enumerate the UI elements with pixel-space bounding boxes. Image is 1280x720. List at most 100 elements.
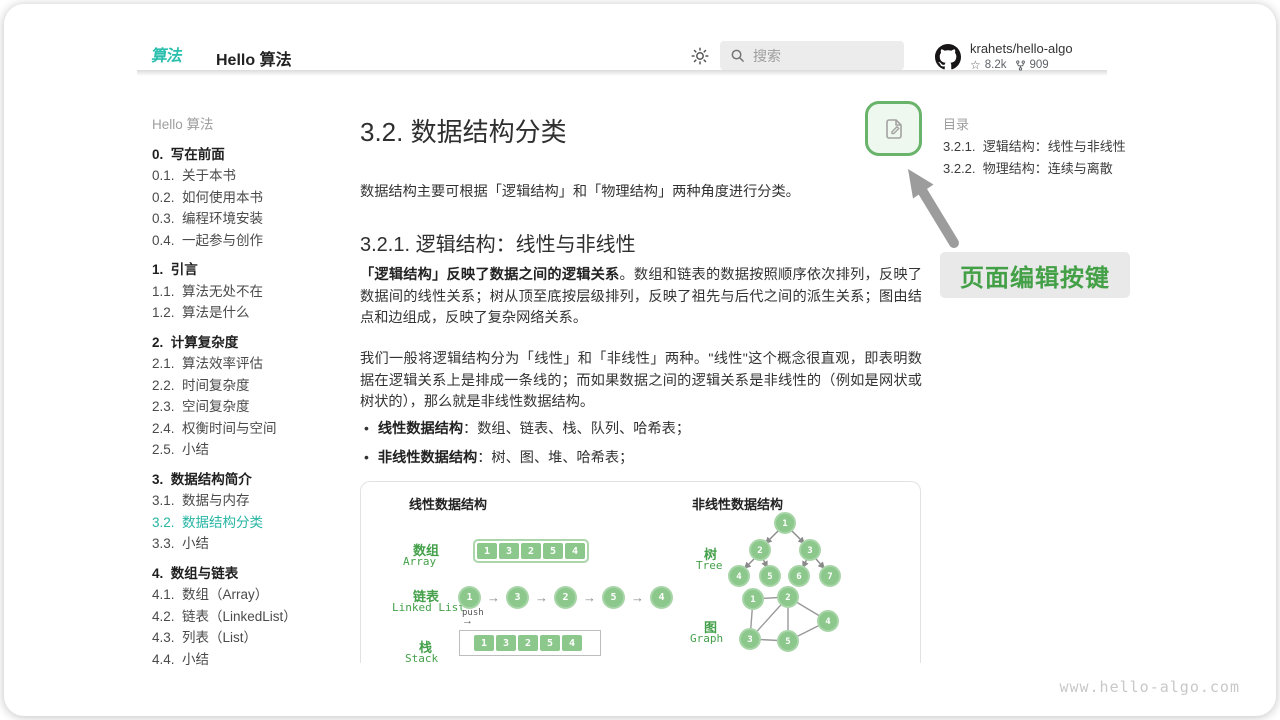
sidebar-item-intro[interactable]: 1. 引言	[152, 258, 352, 280]
sidebar-item-complexity-summary[interactable]: 2.5. 小结	[152, 438, 352, 460]
bullet-bold: 非线性数据结构	[378, 450, 477, 466]
array-cell: 4	[565, 543, 585, 559]
linear-nonlinear-paragraph: 我们一般将逻辑结构分为「线性」和「非线性」两种。"线性"这个概念很直观，即表明数…	[360, 349, 922, 414]
sidebar-item-list[interactable]: 4.3. 列表（List）	[152, 626, 352, 648]
sidebar-item-array-list[interactable]: 4. 数组与链表	[152, 561, 352, 583]
sidebar-item-contribute[interactable]: 0.4. 一起参与创作	[152, 228, 352, 250]
nav-group-1: 1. 引言 1.1. 算法无处不在 1.2. 算法是什么	[152, 258, 352, 323]
github-repo-link[interactable]: krahets/hello-algo ☆ 8.2k 909	[935, 41, 1073, 72]
arrow-icon: →	[487, 590, 500, 605]
graph-diagram: 1 2 3 4 5	[728, 585, 843, 659]
stack-cell: 3	[496, 635, 516, 651]
tree-node: 7	[827, 572, 832, 582]
linear-column-title: 线性数据结构	[409, 494, 487, 513]
nav-group-0: 0. 写在前面 0.1. 关于本书 0.2. 如何使用本书 0.3. 编程环境安…	[152, 142, 352, 250]
arrow-icon: →	[631, 590, 644, 605]
tree-label-en: Tree	[696, 559, 723, 572]
sidebar-item-how-to-use[interactable]: 0.2. 如何使用本书	[152, 185, 352, 207]
bullet-dot: •	[364, 418, 369, 438]
browser-page: 算法 Hello 算法 krahets/hello-algo ☆	[4, 4, 1276, 716]
stack-cell: 4	[562, 635, 582, 651]
sidebar-item-linkedlist[interactable]: 4.2. 链表（LinkedList）	[152, 604, 352, 626]
stack-label-en: Stack	[405, 652, 438, 663]
push-arrow-icon: →	[462, 615, 473, 627]
sidebar-item-array-summary[interactable]: 4.4. 小结	[152, 647, 352, 669]
sidebar-item-array[interactable]: 4.1. 数组（Array）	[152, 583, 352, 605]
sidebar-item-complexity[interactable]: 2. 计算复杂度	[152, 330, 352, 352]
edit-button-highlight	[865, 101, 922, 156]
stack-diagram: 1 3 2 5 4	[459, 630, 601, 656]
tree-node: 2	[757, 546, 762, 556]
search-input[interactable]	[753, 48, 883, 64]
theme-toggle-button[interactable]	[690, 46, 710, 66]
annotation-label: 页面编辑按键	[940, 252, 1130, 298]
list-item: • 线性数据结构：数组、链表、栈、队列、哈希表；	[364, 418, 920, 438]
toc-item-logic[interactable]: 3.2.1. 逻辑结构：线性与非线性	[943, 134, 1126, 156]
bullet-rest: ：树、图、堆、哈希表；	[477, 450, 633, 466]
stack-cell: 2	[518, 635, 538, 651]
nav-group-3: 3. 数据结构简介 3.1. 数据与内存 3.2. 数据结构分类 3.3. 小结	[152, 467, 352, 553]
tree-node: 1	[782, 519, 787, 529]
tree-node: 5	[767, 572, 772, 582]
sidebar-item-efficiency[interactable]: 2.1. 算法效率评估	[152, 352, 352, 374]
sidebar-item-space-complexity[interactable]: 2.3. 空间复杂度	[152, 395, 352, 417]
list-node: 5	[602, 586, 625, 609]
site-logo[interactable]: 算法	[150, 42, 183, 66]
array-cell: 1	[477, 543, 497, 559]
sidebar-item-ds-intro[interactable]: 3. 数据结构简介	[152, 467, 352, 489]
tree-node: 6	[796, 572, 801, 582]
nav-group-4: 4. 数组与链表 4.1. 数组（Array） 4.2. 链表（LinkedLi…	[152, 561, 352, 669]
arrow-icon: →	[583, 590, 596, 605]
sidebar-site-title: Hello 算法	[152, 112, 352, 134]
sidebar-item-data-memory[interactable]: 3.1. 数据与内存	[152, 489, 352, 511]
list-label-en: Linked List	[392, 601, 465, 614]
page-title: 3.2. 数据结构分类	[360, 112, 567, 149]
tree-node: 3	[807, 546, 812, 556]
tree-diagram: 1 2 3 4 5 6 7	[725, 510, 845, 590]
graph-node: 3	[747, 635, 752, 645]
tree-node: 4	[736, 572, 742, 582]
list-item: • 非线性数据结构：树、图、堆、哈希表；	[364, 447, 920, 467]
search-icon	[730, 48, 745, 63]
sidebar-item-what-is-algo[interactable]: 1.2. 算法是什么	[152, 301, 352, 323]
stack-cell: 1	[474, 635, 494, 651]
intro-paragraph: 数据结构主要可根据「逻辑结构」和「物理结构」两种角度进行分类。	[360, 182, 922, 204]
bullet-bold: 线性数据结构	[378, 421, 463, 437]
annotation-arrow	[892, 165, 972, 250]
sidebar-item-env-install[interactable]: 0.3. 编程环境安装	[152, 207, 352, 229]
toc-title: 目录	[943, 112, 1126, 134]
array-label-en: Array	[403, 555, 436, 568]
graph-node: 2	[785, 593, 790, 603]
array-cell: 2	[521, 543, 541, 559]
sidebar-item-ds-summary[interactable]: 3.3. 小结	[152, 532, 352, 554]
array-cell: 5	[543, 543, 563, 559]
graph-node: 1	[750, 595, 755, 605]
graph-node: 5	[785, 637, 790, 647]
graph-label-en: Graph	[690, 632, 723, 645]
sidebar-item-algos-everywhere[interactable]: 1.1. 算法无处不在	[152, 279, 352, 301]
sidebar-item-tradeoff[interactable]: 2.4. 权衡时间与空间	[152, 416, 352, 438]
header-divider	[137, 70, 1107, 76]
linked-list-diagram: 1 → 3 → 2 → 5 → 4	[458, 586, 673, 609]
list-node: 4	[650, 586, 673, 609]
list-node: 3	[506, 586, 529, 609]
logic-structure-bold: 「逻辑结构」反映了数据之间的逻辑关系	[360, 267, 619, 283]
sun-icon	[690, 46, 710, 66]
watermark: www.hello-algo.com	[1059, 678, 1240, 696]
sidebar-item-time-complexity[interactable]: 2.2. 时间复杂度	[152, 373, 352, 395]
sidebar-item-about-book[interactable]: 0.1. 关于本书	[152, 164, 352, 186]
site-title[interactable]: Hello 算法	[216, 46, 292, 70]
sidebar-item-ds-classification[interactable]: 3.2. 数据结构分类	[152, 510, 352, 532]
logic-structure-paragraph: 「逻辑结构」反映了数据之间的逻辑关系。数组和链表的数据按照顺序依次排列，反映了数…	[360, 265, 922, 330]
search-bar[interactable]	[720, 41, 904, 70]
edit-page-button[interactable]	[882, 117, 906, 141]
data-structures-figure: 线性数据结构 非线性数据结构 数组 Array 1 3 2 5 4 链表 Lin…	[360, 481, 921, 663]
bullet-rest: ：数组、链表、栈、队列、哈希表；	[463, 421, 690, 437]
sidebar-nav: Hello 算法 0. 写在前面 0.1. 关于本书 0.2. 如何使用本书 0…	[152, 112, 352, 669]
array-cell: 3	[499, 543, 519, 559]
repo-name: krahets/hello-algo	[970, 41, 1073, 56]
sidebar-item-preface[interactable]: 0. 写在前面	[152, 142, 352, 164]
arrow-icon: →	[535, 590, 548, 605]
bullet-dot: •	[364, 447, 369, 467]
graph-node: 4	[825, 617, 831, 627]
